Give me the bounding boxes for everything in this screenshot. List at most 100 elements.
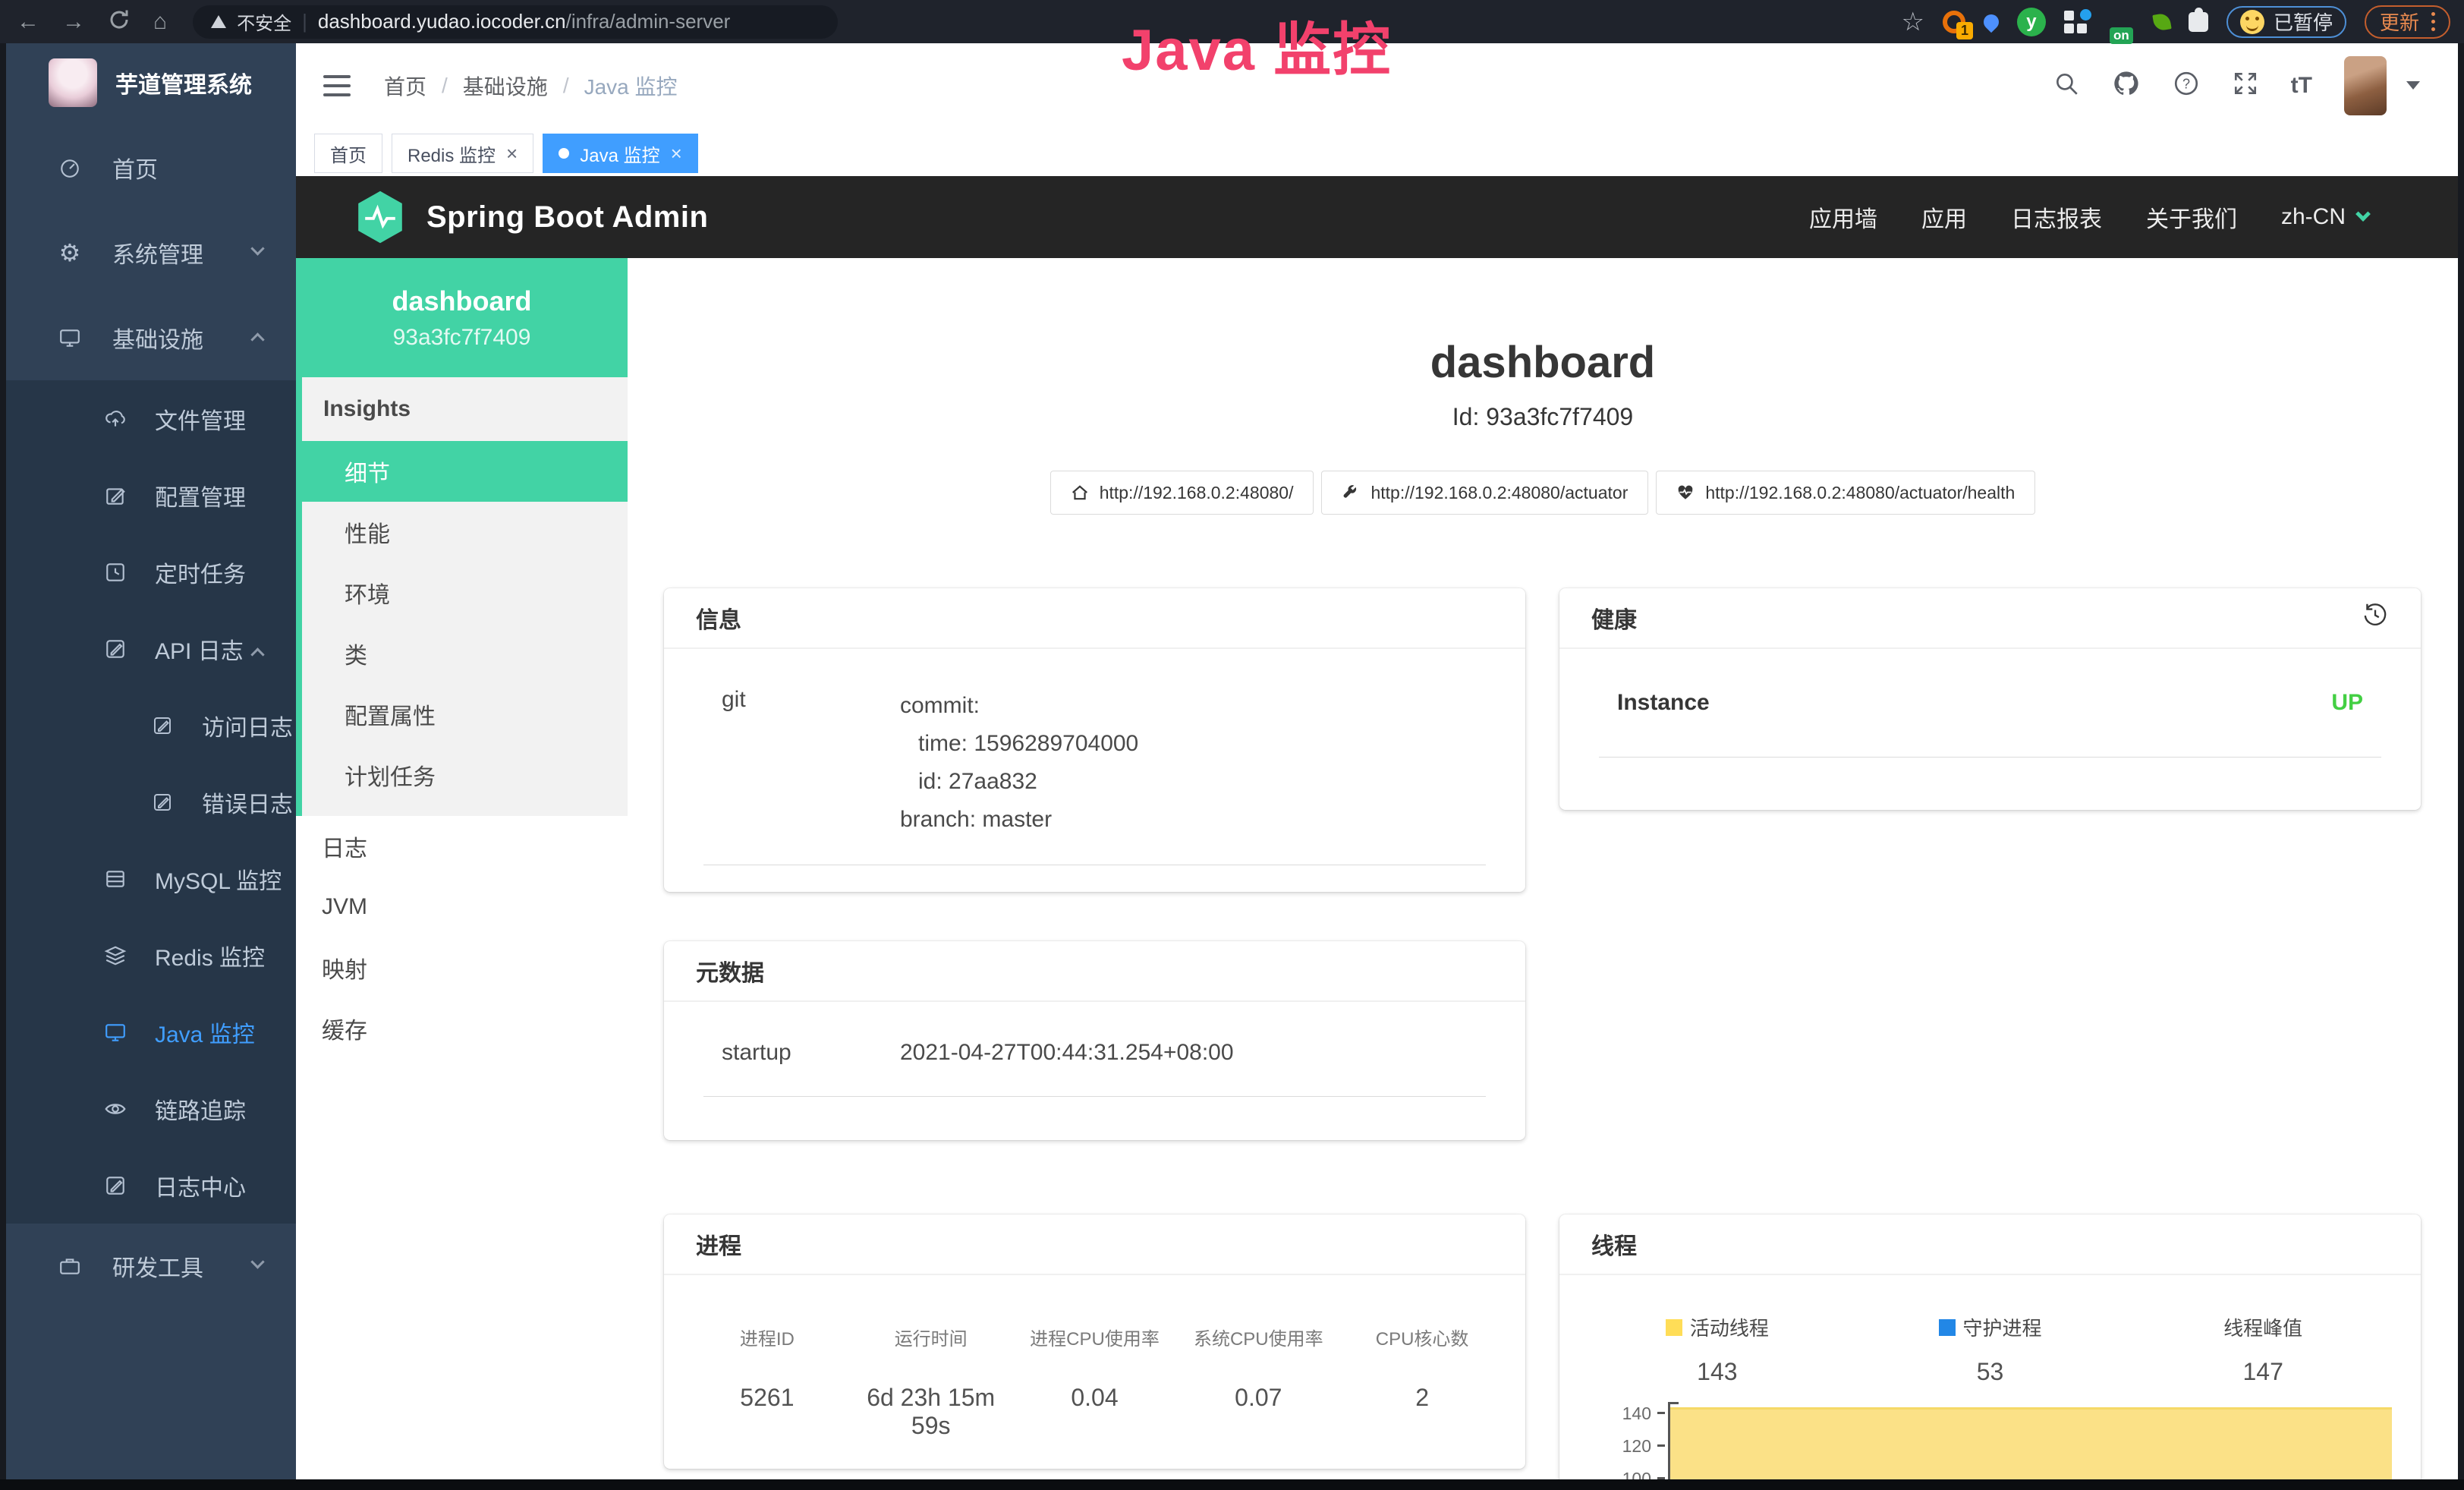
sba-nav-about[interactable]: 关于我们	[2146, 200, 2237, 234]
health-card: 健康 Instance UP	[1559, 588, 2421, 810]
actuator-url-label: http://192.168.0.2:48080/actuator	[1370, 483, 1628, 503]
fullscreen-icon[interactable]	[2232, 70, 2259, 101]
breadcrumb-infra[interactable]: 基础设施	[463, 71, 548, 101]
history-icon[interactable]	[2362, 601, 2389, 635]
git-time-line: time: 1596289704000	[900, 725, 1138, 763]
extension-puzzle-icon[interactable]	[2189, 12, 2208, 32]
subnav-item-logs[interactable]: 日志	[296, 816, 628, 877]
address-bar[interactable]: 不安全 | dashboard.yudao.iocoder.cn/infra/a…	[193, 5, 838, 39]
stat-value: 0.04	[1013, 1384, 1177, 1412]
close-icon[interactable]: ×	[506, 143, 518, 163]
tab-java[interactable]: Java 监控 ×	[543, 134, 698, 173]
stat-value: 0.07	[1176, 1384, 1340, 1412]
sidebar-item-redis[interactable]: Redis 监控	[6, 917, 296, 994]
back-icon[interactable]: ←	[17, 11, 39, 33]
service-url-button[interactable]: http://192.168.0.2:48080/	[1050, 471, 1314, 515]
extension-y-icon[interactable]: y	[2017, 8, 2046, 36]
sidebar-item-infra[interactable]: 基础设施	[6, 295, 296, 380]
browser-menu-icon[interactable]	[2431, 12, 2435, 31]
active-tab-dot	[559, 148, 569, 159]
status-badge: UP	[2331, 690, 2363, 716]
subnav-item-caches[interactable]: 缓存	[296, 998, 628, 1059]
sba-language-select[interactable]: zh-CN	[2281, 204, 2368, 230]
sba-nav-journal[interactable]: 日志报表	[2011, 200, 2102, 234]
sidebar-item-access-log[interactable]: 访问日志	[6, 687, 296, 764]
extension-list-icon[interactable]: on	[2108, 9, 2135, 29]
sidebar-item-file[interactable]: 文件管理	[6, 380, 296, 457]
help-icon[interactable]: ?	[2173, 70, 2200, 101]
subnav-item-jvm[interactable]: JVM	[296, 877, 628, 937]
extension-grid-icon[interactable]	[2064, 9, 2090, 35]
subnav-item-metrics[interactable]: 性能	[302, 502, 628, 562]
sidebar-item-job[interactable]: 定时任务	[6, 534, 296, 610]
subnav-item-label: JVM	[322, 894, 367, 920]
extension-refresh-icon[interactable]: 1	[1943, 11, 1965, 33]
tab-home[interactable]: 首页	[314, 134, 382, 173]
url-path: /infra/admin-server	[566, 10, 731, 33]
process-stats: 进程ID 5261 运行时间 6d 23h 15m 59s 进程CPU使用率 0…	[664, 1275, 1525, 1440]
sba-nav-applications[interactable]: 应用	[1921, 200, 1967, 234]
sba-brand-title[interactable]: Spring Boot Admin	[426, 200, 708, 235]
sidebar-item-home[interactable]: 首页	[6, 125, 296, 210]
stat-label: 进程ID	[685, 1324, 849, 1350]
subnav-item-scheduled-tasks[interactable]: 计划任务	[302, 745, 628, 805]
sidebar-item-label: Java 监控	[155, 1016, 255, 1049]
breadcrumb-current: Java 监控	[584, 71, 678, 101]
metadata-key: startup	[722, 1040, 900, 1066]
sidebar-item-log-center[interactable]: 日志中心	[6, 1147, 296, 1224]
instance-header: dashboard 93a3fc7f7409	[296, 258, 628, 377]
extension-leaf-icon[interactable]	[2154, 14, 2170, 30]
instance-id-line: Id: 93a3fc7f7409	[628, 403, 2458, 431]
subnav-item-details[interactable]: 细节	[296, 441, 628, 502]
service-url-label: http://192.168.0.2:48080/	[1100, 483, 1294, 503]
reload-icon[interactable]	[108, 8, 131, 36]
chevron-up-icon	[250, 332, 264, 346]
profile-paused-chip[interactable]: 已暂停	[2226, 6, 2346, 38]
user-avatar[interactable]	[2344, 56, 2387, 115]
search-icon[interactable]	[2053, 70, 2080, 101]
url-domain: dashboard.yudao.iocoder.cn	[318, 10, 566, 33]
legend-live-swatch	[1666, 1319, 1682, 1336]
menu-fold-icon[interactable]	[323, 75, 351, 96]
sidebar-item-api-log[interactable]: API 日志	[6, 610, 296, 687]
subnav-item-mappings[interactable]: 映射	[296, 937, 628, 998]
home-icon[interactable]: ⌂	[153, 11, 167, 33]
forward-icon[interactable]: →	[62, 11, 85, 33]
chrome-update-button[interactable]: 更新	[2365, 5, 2450, 39]
subnav-item-classes[interactable]: 类	[302, 623, 628, 684]
sidebar-item-error-log[interactable]: 错误日志	[6, 764, 296, 840]
actuator-url-button[interactable]: http://192.168.0.2:48080/actuator	[1321, 471, 1648, 515]
close-icon[interactable]: ×	[671, 143, 682, 163]
metadata-card-title: 元数据	[664, 941, 1525, 1002]
health-url-button[interactable]: http://192.168.0.2:48080/actuator/health	[1656, 471, 2035, 515]
tab-redis[interactable]: Redis 监控 ×	[392, 134, 533, 173]
sidebar-item-system[interactable]: ⚙ 系统管理	[6, 210, 296, 295]
sba-nav-wallboard[interactable]: 应用墙	[1809, 200, 1877, 234]
subnav-item-environment[interactable]: 环境	[302, 562, 628, 623]
breadcrumb-home[interactable]: 首页	[384, 71, 426, 101]
stat-system-cpu: 系统CPU使用率 0.07	[1176, 1324, 1340, 1440]
subnav-item-label: 映射	[322, 951, 367, 984]
sidebar-item-dev-tools[interactable]: 研发工具	[6, 1224, 296, 1309]
sidebar-item-mysql[interactable]: MySQL 监控	[6, 840, 296, 917]
extension-pin-icon[interactable]	[1984, 14, 1999, 30]
health-instance-row: Instance UP	[1599, 649, 2381, 758]
health-url-label: http://192.168.0.2:48080/actuator/health	[1705, 483, 2015, 503]
subnav-item-config-props[interactable]: 配置属性	[302, 684, 628, 745]
sidebar-logo-row[interactable]: 芋道管理系统	[6, 43, 296, 107]
sidebar-item-config[interactable]: 配置管理	[6, 457, 296, 534]
sidebar-item-tracing[interactable]: 链路追踪	[6, 1070, 296, 1147]
browser-actions: ☆ 1 y on 已暂停 更新	[1901, 5, 2464, 39]
git-id-line: id: 27aa832	[900, 763, 1138, 801]
github-icon[interactable]	[2112, 69, 2141, 102]
bookmark-star-icon[interactable]: ☆	[1901, 7, 1924, 37]
breadcrumb: 首页 / 基础设施 / Java 监控	[384, 71, 678, 101]
font-size-icon[interactable]: tT	[2291, 73, 2312, 99]
peak-threads-value: 147	[2126, 1358, 2399, 1386]
sidebar-submenu-infra: 文件管理 配置管理 定时任务	[6, 380, 296, 1224]
info-card-title: 信息	[664, 588, 1525, 649]
sba-logo-icon[interactable]	[355, 190, 405, 244]
sidebar-item-java[interactable]: Java 监控	[6, 994, 296, 1070]
sidebar-item-label: 日志中心	[155, 1169, 246, 1202]
avatar-caret-icon[interactable]	[2406, 81, 2420, 90]
